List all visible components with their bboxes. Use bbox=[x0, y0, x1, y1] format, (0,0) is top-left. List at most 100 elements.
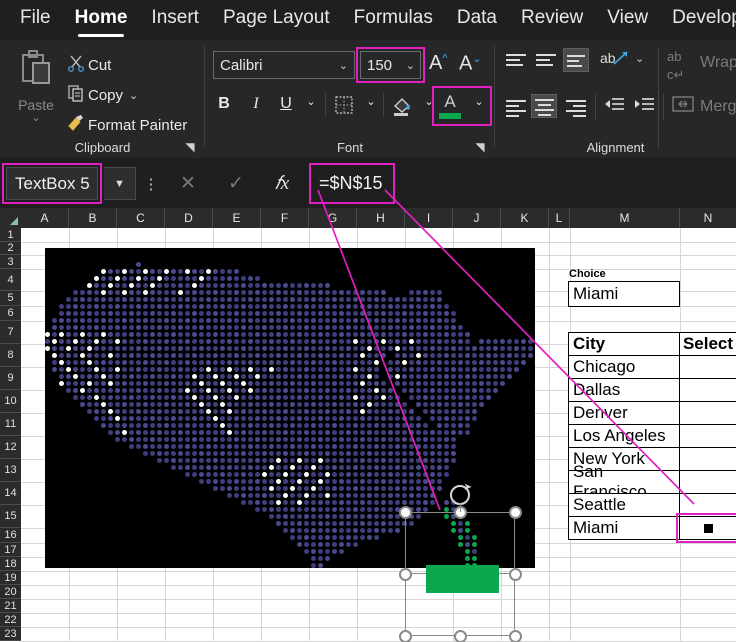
font-color-icon[interactable]: A bbox=[439, 92, 461, 112]
column-header-d[interactable]: D bbox=[165, 208, 213, 228]
select-cell[interactable] bbox=[679, 424, 736, 448]
resize-handle-icon[interactable] bbox=[399, 568, 412, 581]
font-size-input[interactable]: 150 ⌄ bbox=[360, 51, 421, 79]
cell-area[interactable]: Choice Miami City Select ChicagoDallasDe… bbox=[21, 228, 736, 642]
name-box-chevron-down-icon[interactable]: ▼ bbox=[104, 167, 136, 200]
increase-font-size-icon[interactable]: A^ bbox=[429, 52, 448, 75]
chevron-down-icon[interactable]: ⌄ bbox=[406, 59, 415, 72]
row-header-3[interactable]: 3 bbox=[0, 255, 21, 269]
tab-data[interactable]: Data bbox=[445, 5, 509, 35]
row-header-4[interactable]: 4 bbox=[0, 269, 21, 291]
clipboard-dialog-launcher-icon[interactable]: ◥ bbox=[183, 140, 197, 154]
column-header-e[interactable]: E bbox=[213, 208, 261, 228]
tab-review[interactable]: Review bbox=[509, 5, 595, 35]
column-header-c[interactable]: C bbox=[117, 208, 165, 228]
select-cell[interactable] bbox=[679, 401, 736, 425]
row-header-13[interactable]: 13 bbox=[0, 459, 21, 482]
row-header-14[interactable]: 14 bbox=[0, 482, 21, 505]
tab-page-layout[interactable]: Page Layout bbox=[211, 5, 342, 35]
select-cell[interactable] bbox=[679, 516, 736, 540]
borders-chevron-down-icon[interactable]: ⌄ bbox=[360, 95, 382, 108]
row-header-11[interactable]: 11 bbox=[0, 413, 21, 436]
column-header-b[interactable]: B bbox=[69, 208, 117, 228]
row-header-22[interactable]: 22 bbox=[0, 613, 21, 627]
decrease-indent-icon[interactable] bbox=[603, 96, 629, 120]
table-row[interactable]: Denver bbox=[568, 401, 680, 425]
tab-view[interactable]: View bbox=[595, 5, 660, 35]
table-row[interactable]: San Francisco bbox=[568, 470, 680, 494]
column-header-m[interactable]: M bbox=[570, 208, 680, 228]
tab-insert[interactable]: Insert bbox=[139, 5, 211, 35]
resize-handle-icon[interactable] bbox=[509, 568, 522, 581]
row-header-18[interactable]: 18 bbox=[0, 557, 21, 571]
merge-cells-icon[interactable] bbox=[671, 94, 697, 118]
copy-button[interactable]: Copy ⌄ bbox=[64, 82, 138, 108]
name-box[interactable]: TextBox 5 bbox=[6, 167, 98, 200]
select-cell[interactable] bbox=[679, 493, 736, 517]
column-header-l[interactable]: L bbox=[549, 208, 570, 228]
row-header-2[interactable]: 2 bbox=[0, 242, 21, 255]
align-center-icon[interactable] bbox=[531, 94, 557, 118]
table-row[interactable]: Seattle bbox=[568, 493, 680, 517]
tab-formulas[interactable]: Formulas bbox=[342, 5, 445, 35]
column-header-f[interactable]: F bbox=[261, 208, 309, 228]
row-header-17[interactable]: 17 bbox=[0, 543, 21, 557]
align-top-icon[interactable] bbox=[503, 50, 529, 74]
select-cell[interactable] bbox=[679, 470, 736, 494]
paste-button[interactable]: Paste ⌄ bbox=[10, 50, 62, 123]
select-cell[interactable] bbox=[679, 355, 736, 379]
font-dialog-launcher-icon[interactable]: ◥ bbox=[473, 140, 487, 154]
format-painter-button[interactable]: Format Painter bbox=[64, 112, 187, 138]
resize-handle-icon[interactable] bbox=[509, 506, 522, 519]
align-middle-icon[interactable] bbox=[533, 50, 559, 74]
borders-icon[interactable] bbox=[333, 95, 355, 120]
table-row[interactable]: Chicago bbox=[568, 355, 680, 379]
column-header-i[interactable]: I bbox=[405, 208, 453, 228]
align-bottom-icon[interactable] bbox=[563, 48, 589, 72]
rotate-handle-icon[interactable] bbox=[450, 485, 470, 505]
row-header-20[interactable]: 20 bbox=[0, 585, 21, 599]
column-header-h[interactable]: H bbox=[357, 208, 405, 228]
choice-value-cell[interactable]: Miami bbox=[568, 281, 680, 307]
table-row[interactable]: Dallas bbox=[568, 378, 680, 402]
resize-handle-icon[interactable] bbox=[399, 506, 412, 519]
row-header-1[interactable]: 1 bbox=[0, 228, 21, 242]
align-right-icon[interactable] bbox=[563, 96, 589, 120]
table-row[interactable]: Miami bbox=[568, 516, 680, 540]
chevron-down-icon[interactable]: ⌄ bbox=[339, 59, 348, 72]
column-header-n[interactable]: N bbox=[680, 208, 736, 228]
tab-file[interactable]: File bbox=[8, 5, 63, 35]
column-header-a[interactable]: A bbox=[21, 208, 69, 228]
cut-button[interactable]: Cut bbox=[64, 52, 111, 78]
chevron-down-icon[interactable]: ⌄ bbox=[10, 113, 62, 123]
confirm-check-icon[interactable]: ✓ bbox=[216, 167, 256, 200]
row-header-23[interactable]: 23 bbox=[0, 627, 21, 641]
select-cell[interactable] bbox=[679, 378, 736, 402]
increase-indent-icon[interactable] bbox=[633, 96, 659, 120]
row-header-9[interactable]: 9 bbox=[0, 367, 21, 390]
row-header-15[interactable]: 15 bbox=[0, 505, 21, 528]
textbox-green-fill[interactable] bbox=[426, 565, 499, 593]
resize-handle-icon[interactable] bbox=[454, 630, 467, 642]
table-row[interactable]: Los Angeles bbox=[568, 424, 680, 448]
row-header-12[interactable]: 12 bbox=[0, 436, 21, 459]
decrease-font-size-icon[interactable]: A⌄ bbox=[459, 52, 482, 76]
underline-button[interactable]: U bbox=[275, 95, 297, 113]
row-header-8[interactable]: 8 bbox=[0, 344, 21, 367]
row-header-16[interactable]: 16 bbox=[0, 528, 21, 543]
resize-handle-icon[interactable] bbox=[509, 630, 522, 642]
font-color-chevron-down-icon[interactable]: ⌄ bbox=[468, 95, 490, 108]
ellipsis-vertical-icon[interactable]: ⋮ bbox=[143, 167, 159, 200]
select-cell[interactable] bbox=[679, 447, 736, 471]
font-name-input[interactable]: Calibri ⌄ bbox=[213, 51, 355, 79]
chevron-down-icon[interactable]: ⌄ bbox=[129, 89, 138, 102]
resize-handle-icon[interactable] bbox=[399, 630, 412, 642]
orientation-chevron-down-icon[interactable]: ⌄ bbox=[635, 52, 649, 76]
fill-color-icon[interactable] bbox=[391, 95, 413, 122]
tab-developer[interactable]: Developer bbox=[660, 5, 736, 35]
row-header-6[interactable]: 6 bbox=[0, 306, 21, 321]
cancel-x-icon[interactable]: ✕ bbox=[168, 167, 208, 200]
row-header-21[interactable]: 21 bbox=[0, 599, 21, 613]
column-header-g[interactable]: G bbox=[309, 208, 357, 228]
column-header-k[interactable]: K bbox=[501, 208, 549, 228]
